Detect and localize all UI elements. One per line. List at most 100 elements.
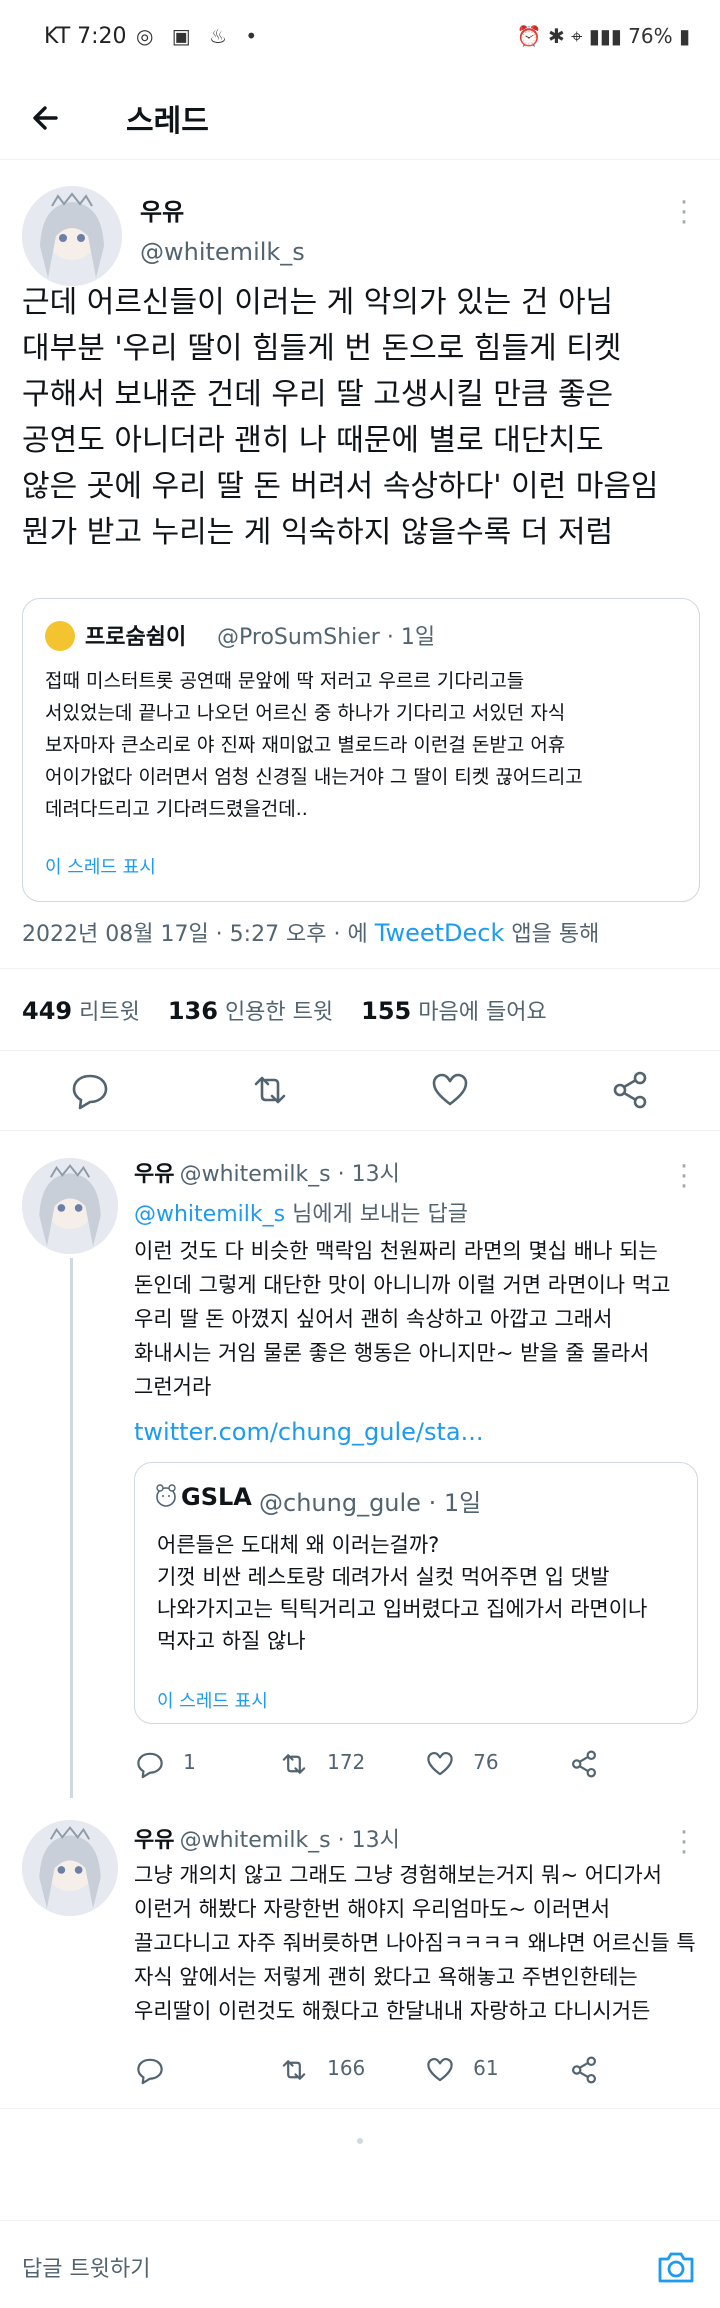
status-time: KT 7:20 xyxy=(44,24,127,49)
reply-compose-bar[interactable]: 답글 트윗하기 xyxy=(0,2220,720,2308)
quote-avatar xyxy=(155,1483,177,1509)
thread-connector xyxy=(70,1258,73,1798)
more-options-icon[interactable]: · · · xyxy=(674,1154,694,1200)
battery-percent: 76% xyxy=(628,24,673,48)
author-handle[interactable]: @whitemilk_s xyxy=(140,238,305,266)
tweet-text: 근데 어르신들이 이러는 게 악의가 있는 건 아님 대부분 '우리 딸이 힘들… xyxy=(22,280,702,556)
top-header: 스레드 xyxy=(0,76,720,160)
retweet-count: 172 xyxy=(327,1749,366,1774)
quote-author-handle: @chung_gule · 1일 xyxy=(259,1489,482,1517)
retweets-count[interactable]: 449 xyxy=(22,997,72,1025)
quote-line: 접때 미스터트롯 공연때 문앞에 딱 저러고 우르르 기다리고들 xyxy=(45,670,525,692)
avatar[interactable] xyxy=(22,1158,118,1254)
reply-line: 그냥 개의치 않고 그래도 그냥 경험해보는거지 뭐~ 어디가서 xyxy=(134,1863,663,1887)
quotes-label[interactable]: 인용한 트윗 xyxy=(225,1000,333,1025)
reply-icon[interactable] xyxy=(134,2054,166,2086)
quotes-count[interactable]: 136 xyxy=(168,997,218,1025)
reply-author-name[interactable]: 우유 xyxy=(134,1162,174,1187)
battery-icon: ▮ xyxy=(678,24,690,48)
quote-line: 어이가없다 이러면서 엄청 신경질 내는거야 그 딸이 티켓 끊어드리고 xyxy=(45,766,583,788)
reply-author-handle[interactable]: @whitemilk_s · 13시 xyxy=(180,1828,400,1853)
back-arrow-icon[interactable] xyxy=(26,96,70,140)
like-action[interactable]: 61 xyxy=(424,2054,499,2086)
reply-icon[interactable] xyxy=(134,1748,166,1780)
retweets-label[interactable]: 리트윗 xyxy=(79,1000,140,1025)
quoted-tweet[interactable]: 프로숨쉼이 @ProSumShier · 1일 접때 미스터트롯 공연때 문앞에… xyxy=(22,598,700,902)
reply-link[interactable]: twitter.com/chung_gule/sta... xyxy=(134,1418,483,1446)
tweet-line: 공연도 아니더라 괜히 나 때문에 별로 대단치도 xyxy=(22,423,604,458)
reply-to-handle[interactable]: @whitemilk_s xyxy=(134,1202,285,1227)
tweet-source-suffix: 앱을 통해 xyxy=(511,922,600,947)
loading-dot xyxy=(357,2138,363,2144)
share-icon[interactable] xyxy=(568,2054,600,2086)
divider xyxy=(0,1130,720,1131)
like-icon[interactable] xyxy=(424,1748,456,1780)
reply-author-name[interactable]: 우유 xyxy=(134,1828,174,1853)
reply-to-suffix: 님에게 보내는 답글 xyxy=(292,1202,468,1227)
share-icon[interactable] xyxy=(568,1748,600,1780)
reply-line: 이런 것도 다 비슷한 맥락임 천원짜리 라면의 몇십 배나 되는 xyxy=(134,1239,658,1263)
quote-line: 먹자고 하질 않나 xyxy=(157,1629,306,1653)
likes-count[interactable]: 155 xyxy=(361,997,411,1025)
reply-line: 우리 딸 돈 아꼈지 싶어서 괜히 속상하고 아깝고 그래서 xyxy=(134,1307,613,1331)
tweet-source-link[interactable]: TweetDeck xyxy=(375,919,505,947)
retweet-icon[interactable] xyxy=(278,2054,310,2086)
retweet-count: 166 xyxy=(327,2055,366,2080)
quote-line: 데려다드리고 기다려드렸을건데.. xyxy=(45,798,308,820)
like-count: 61 xyxy=(473,2055,499,2080)
tweet-line: 근데 어르신들이 이러는 게 악의가 있는 건 아님 xyxy=(22,285,614,320)
quote-text: 어른들은 도대체 왜 이러는걸까? 기껏 비싼 레스토랑 데려가서 실컷 먹어주… xyxy=(157,1529,677,1657)
reply-line: 끌고다니고 자주 줘버릇하면 나아짐ㅋㅋㅋㅋ 왜냐면 어르신들 특 xyxy=(134,1931,696,1955)
like-icon[interactable] xyxy=(428,1068,472,1112)
show-thread-link[interactable]: 이 스레드 표시 xyxy=(157,1687,268,1713)
like-icon[interactable] xyxy=(424,2054,456,2086)
author-name[interactable]: 우유 xyxy=(140,192,184,227)
more-options-icon[interactable]: · · · xyxy=(674,1820,694,1866)
tweet-line: 뭔가 받고 누리는 게 익숙하지 않을수록 더 저럼 xyxy=(22,515,614,550)
retweet-icon[interactable] xyxy=(248,1068,292,1112)
quote-line: 서있었는데 끝나고 나오던 어르신 중 하나가 기다리고 서있던 자식 xyxy=(45,702,566,724)
reply-author-handle[interactable]: @whitemilk_s · 13시 xyxy=(180,1162,400,1187)
reply-line: 이런거 해봤다 자랑한번 해야지 우리엄마도~ 이러면서 xyxy=(134,1897,611,1921)
tweet-line: 구해서 보내준 건데 우리 딸 고생시킬 만큼 좋은 xyxy=(22,377,614,412)
reply-line: 자식 앞에서는 저렇게 괜히 왔다고 욕해놓고 주변인한테는 xyxy=(134,1965,638,1989)
quoted-tweet[interactable]: GSLA @chung_gule · 1일 어른들은 도대체 왜 이러는걸까? … xyxy=(134,1462,698,1724)
reply-line: 그런거라 xyxy=(134,1375,212,1399)
like-action[interactable]: 76 xyxy=(424,1748,499,1780)
divider xyxy=(0,968,720,969)
more-options-icon[interactable]: · · · xyxy=(674,190,694,236)
status-bar: KT 7:20 ◎ ▣ ♨ • ⏰ ✱ ⌖ ▮▮▮ 76% ▮ xyxy=(0,0,720,76)
tweet-stats: 449 리트윗 136 인용한 트윗 155 마음에 들어요 xyxy=(22,994,547,1026)
like-count: 76 xyxy=(473,1749,499,1774)
quote-author-name: 프로숨쉼이 xyxy=(85,625,187,650)
reply-line: 돈인데 그렇게 대단한 맛이 아니니까 이럴 거면 라면이나 먹고 xyxy=(134,1273,671,1297)
quote-line: 나와가지고는 틱틱거리고 입버렸다고 집에가서 라면이나 xyxy=(157,1597,648,1621)
reply-icon[interactable] xyxy=(68,1068,112,1112)
reply-line: 화내시는 거임 물론 좋은 행동은 아니지만~ 받을 줄 몰라서 xyxy=(134,1341,650,1365)
status-battery: ⏰ ✱ ⌖ ▮▮▮ 76% ▮ xyxy=(517,24,690,48)
avatar[interactable] xyxy=(22,1820,118,1916)
quote-author-handle: @ProSumShier · 1일 xyxy=(217,625,436,650)
reply-action[interactable]: 1 xyxy=(134,1748,196,1780)
wifi-icon: ⏰ ✱ ⌖ ▮▮▮ xyxy=(516,24,629,48)
avatar[interactable] xyxy=(22,186,122,286)
show-thread-link[interactable]: 이 스레드 표시 xyxy=(45,853,156,879)
reply-count: 1 xyxy=(183,1749,196,1774)
quote-line: 보자마자 큰소리로 야 진짜 재미없고 별로드라 이런걸 돈받고 어휴 xyxy=(45,734,566,756)
share-icon[interactable] xyxy=(608,1068,652,1112)
retweet-action[interactable]: 166 xyxy=(278,2054,365,2086)
reply-header: 우유 @whitemilk_s · 13시 xyxy=(134,1822,400,1854)
reply-to-line: @whitemilk_s 님에게 보내는 답글 xyxy=(134,1196,468,1228)
retweet-icon[interactable] xyxy=(278,1748,310,1780)
status-notification-icons: ◎ ▣ ♨ • xyxy=(136,24,264,48)
retweet-action[interactable]: 172 xyxy=(278,1748,365,1780)
tweet-date: 2022년 08월 17일 · 5:27 오후 · 에 xyxy=(22,922,368,947)
divider xyxy=(0,2108,720,2109)
likes-label[interactable]: 마음에 들어요 xyxy=(418,1000,546,1025)
reply-compose-input[interactable]: 답글 트윗하기 xyxy=(22,2251,150,2283)
tweet-line: 않은 곳에 우리 딸 돈 버려서 속상하다' 이런 마음임 xyxy=(22,469,659,504)
reply-text: 이런 것도 다 비슷한 맥락임 천원짜리 라면의 몇십 배나 되는 돈인데 그렇… xyxy=(134,1234,704,1404)
camera-icon[interactable] xyxy=(654,2245,698,2289)
quote-avatar xyxy=(45,621,75,651)
quote-line: 기껏 비싼 레스토랑 데려가서 실컷 먹어주면 입 댓발 xyxy=(157,1565,610,1589)
